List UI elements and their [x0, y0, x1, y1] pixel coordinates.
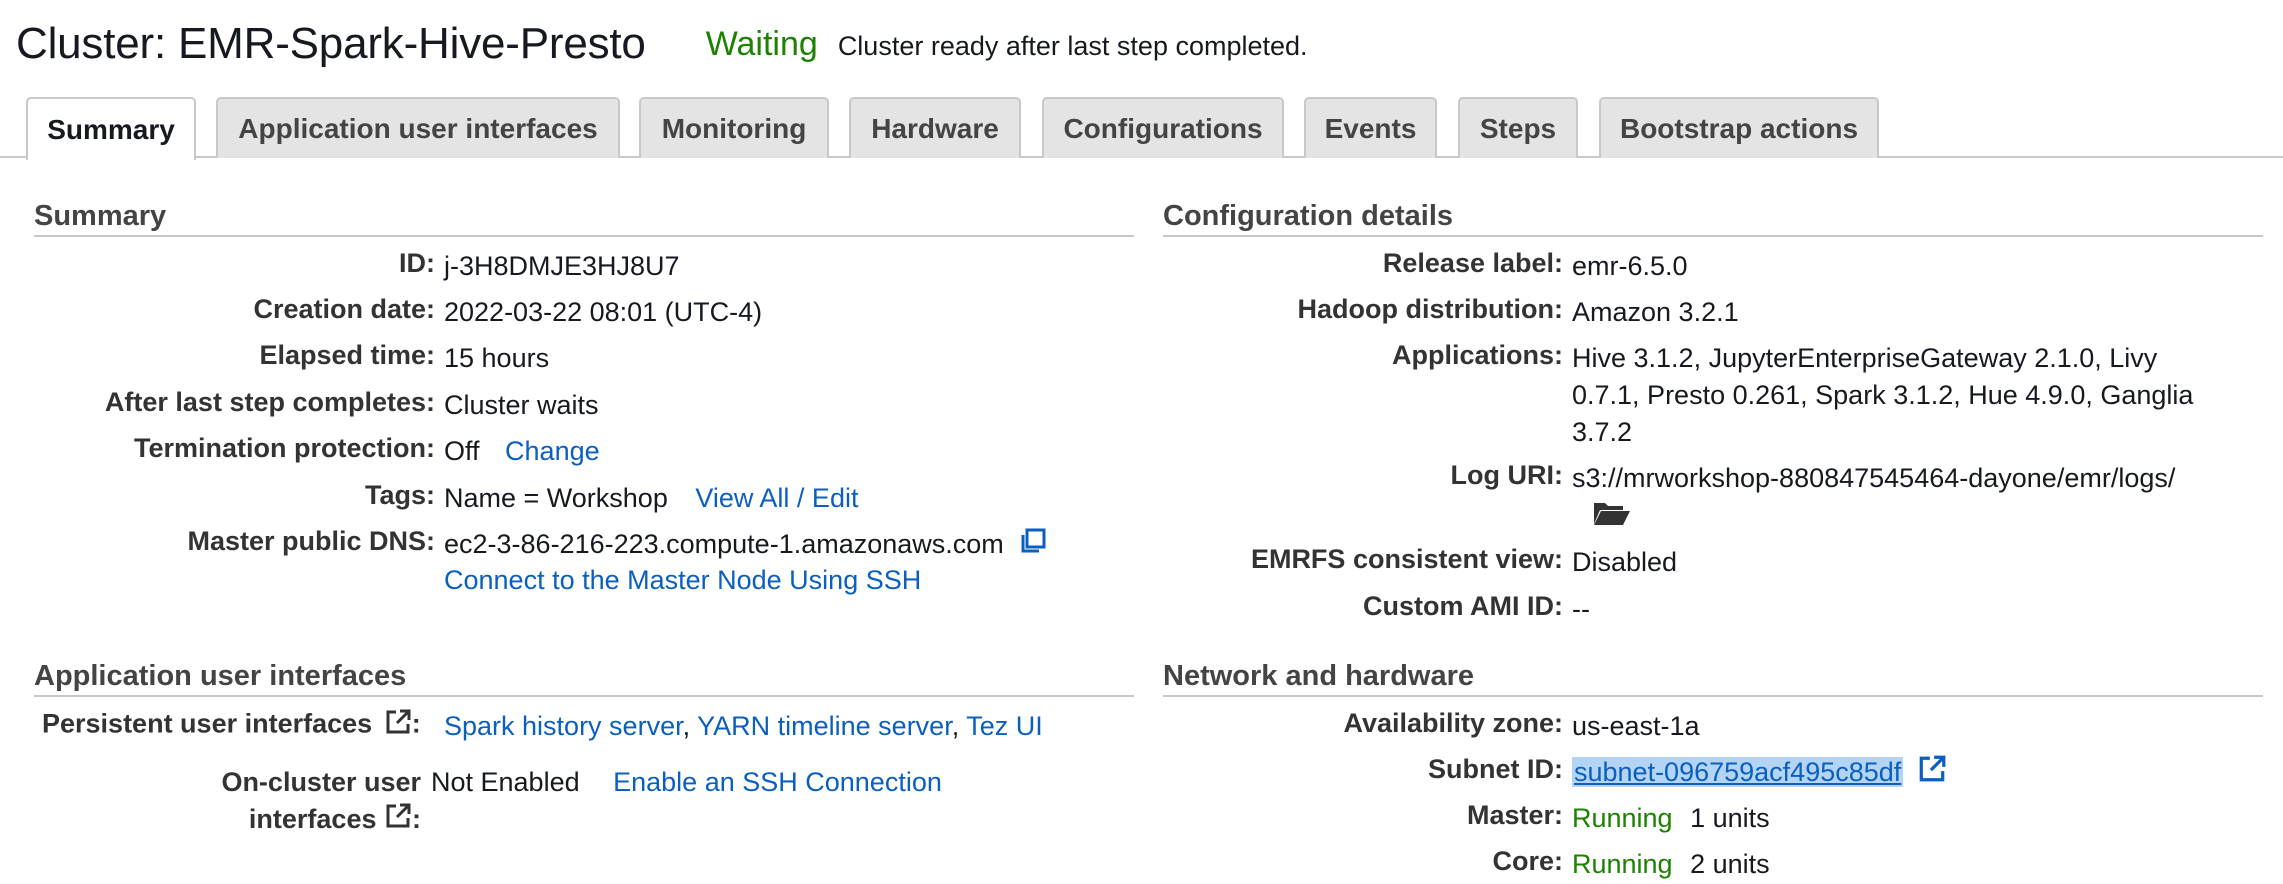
- persistent-ui-label: Persistent user interfaces: [42, 708, 373, 739]
- link-separator: ,: [951, 711, 960, 741]
- spark-history-server-link[interactable]: Spark history server: [444, 711, 683, 741]
- network-section-title: Network and hardware: [1163, 660, 1475, 692]
- tab-hardware[interactable]: Hardware: [849, 97, 1021, 158]
- emrfs-value: Disabled: [1572, 547, 1678, 577]
- tab-configurations[interactable]: Configurations: [1042, 97, 1284, 158]
- master-dns-value: ec2-3-86-216-223.compute-1.amazonaws.com: [444, 529, 1004, 559]
- yarn-timeline-server-link[interactable]: YARN timeline server: [697, 711, 952, 741]
- config-divider: [1163, 235, 2263, 237]
- external-link-icon: [384, 802, 412, 840]
- release-label-value: emr-6.5.0: [1572, 251, 1688, 281]
- core-label: Core:: [1492, 846, 1563, 876]
- tags-row: Name = Workshop View All / Edit: [444, 480, 858, 517]
- termination-protection-value: Off: [444, 436, 480, 466]
- folder-open-icon[interactable]: [1592, 497, 1632, 537]
- subnet-id-link[interactable]: subnet-096759acf495c85df: [1572, 757, 1904, 788]
- elapsed-time-value: 15 hours: [444, 343, 550, 373]
- tab-steps[interactable]: Steps: [1458, 97, 1578, 158]
- tab-summary[interactable]: Summary: [26, 97, 196, 160]
- applications-value: Hive 3.1.2, JupyterEnterpriseGateway 2.1…: [1572, 343, 2194, 447]
- master-dns-row: ec2-3-86-216-223.compute-1.amazonaws.com: [444, 526, 1047, 565]
- custom-ami-label: Custom AMI ID:: [1363, 591, 1563, 621]
- page-title: Cluster: EMR-Spark-Hive-Presto: [16, 19, 646, 68]
- tags-value: Name = Workshop: [444, 483, 668, 513]
- log-uri-label: Log URI:: [1450, 460, 1563, 490]
- master-row: Running 1 units: [1572, 800, 1770, 837]
- summary-divider: [34, 235, 1134, 237]
- after-last-step-label: After last step completes:: [104, 387, 435, 417]
- tab-events[interactable]: Events: [1304, 97, 1437, 158]
- app-ui-divider: [34, 695, 1134, 697]
- cluster-status: Waiting: [705, 24, 818, 63]
- cluster-status-message: Cluster ready after last step completed.: [837, 30, 1308, 61]
- master-units: 1 units: [1690, 803, 1770, 833]
- release-label-label: Release label:: [1382, 248, 1563, 278]
- creation-date-label: Creation date:: [253, 294, 435, 324]
- tags-view-edit-link[interactable]: View All / Edit: [695, 483, 858, 513]
- log-uri-value: s3://mrworkshop-880847545464-dayone/emr/…: [1572, 463, 2176, 493]
- cluster-header: Cluster: EMR-Spark-Hive-Presto Waiting C…: [16, 14, 1308, 74]
- master-status: Running: [1572, 803, 1673, 833]
- external-link-icon: [384, 708, 412, 743]
- persistent-ui-label-row: Persistent user interfaces :: [42, 708, 421, 743]
- termination-protection-row: Off Change: [444, 433, 600, 470]
- creation-date-value: 2022-03-22 08:01 (UTC-4): [444, 297, 763, 327]
- log-folder-row: [1592, 497, 1632, 537]
- elapsed-time-label: Elapsed time:: [259, 340, 435, 370]
- subnet-id-label: Subnet ID:: [1428, 754, 1563, 784]
- hadoop-distribution-label: Hadoop distribution:: [1297, 294, 1563, 324]
- master-label: Master:: [1466, 800, 1563, 830]
- tab-bootstrap-actions[interactable]: Bootstrap actions: [1599, 97, 1879, 158]
- persistent-ui-links: Spark history server, YARN timeline serv…: [444, 708, 1043, 745]
- availability-zone-value: us-east-1a: [1572, 711, 1700, 741]
- termination-protection-label: Termination protection:: [134, 433, 435, 463]
- subnet-id-row: subnet-096759acf495c85df: [1572, 754, 1947, 794]
- applications-label: Applications:: [1391, 340, 1563, 370]
- id-label: ID:: [399, 248, 435, 278]
- on-cluster-ui-colon: :: [412, 804, 421, 834]
- connect-ssh-link[interactable]: Connect to the Master Node Using SSH: [444, 565, 921, 595]
- network-divider: [1163, 695, 2263, 697]
- config-section-title: Configuration details: [1163, 200, 1453, 232]
- enable-ssh-connection-link[interactable]: Enable an SSH Connection: [613, 767, 942, 797]
- external-link-icon[interactable]: [1917, 754, 1947, 794]
- id-value: j-3H8DMJE3HJ8U7: [444, 251, 680, 281]
- on-cluster-ui-row: Not Enabled Enable an SSH Connection: [431, 764, 942, 801]
- tab-monitoring[interactable]: Monitoring: [639, 97, 829, 158]
- termination-change-link[interactable]: Change: [505, 436, 600, 466]
- custom-ami-value: --: [1572, 594, 1590, 624]
- on-cluster-ui-label-line2: interfaces: [248, 804, 377, 834]
- after-last-step-value: Cluster waits: [444, 390, 599, 420]
- core-units: 2 units: [1690, 849, 1770, 879]
- app-ui-section-title: Application user interfaces: [34, 660, 407, 692]
- tab-application-user-interfaces[interactable]: Application user interfaces: [216, 97, 620, 158]
- summary-section-title: Summary: [34, 200, 167, 232]
- hadoop-distribution-value: Amazon 3.2.1: [1572, 297, 1739, 327]
- core-row: Running 2 units: [1572, 846, 1770, 883]
- persistent-ui-colon: :: [411, 708, 421, 739]
- availability-zone-label: Availability zone:: [1343, 708, 1563, 738]
- tez-ui-link[interactable]: Tez UI: [966, 711, 1043, 741]
- link-separator: ,: [682, 711, 691, 741]
- ssh-connect-row: Connect to the Master Node Using SSH: [444, 562, 921, 599]
- core-status: Running: [1572, 849, 1673, 879]
- on-cluster-ui-label-line2-row: interfaces :: [221, 801, 421, 840]
- tags-label: Tags:: [364, 480, 435, 510]
- on-cluster-ui-label-line1: On-cluster user: [221, 767, 421, 797]
- tab-bar: Summary Application user interfaces Moni…: [0, 97, 2283, 160]
- emrfs-label: EMRFS consistent view:: [1250, 544, 1563, 574]
- master-dns-label: Master public DNS:: [187, 526, 435, 556]
- on-cluster-ui-label: On-cluster user interfaces :: [221, 764, 421, 840]
- copy-icon[interactable]: [1019, 527, 1047, 565]
- on-cluster-ui-value: Not Enabled: [431, 767, 580, 797]
